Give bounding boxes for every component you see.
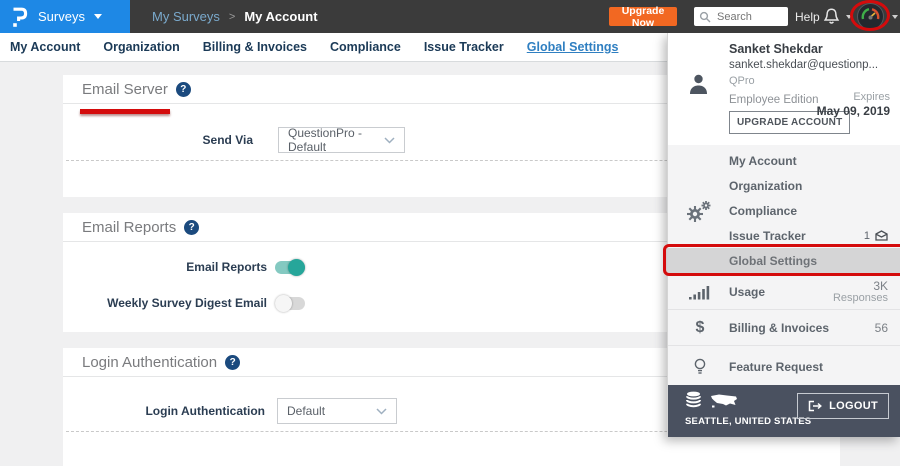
weekly-digest-toggle-label: Weekly Survey Digest Email [63,296,267,310]
usage-count: 3K [833,280,888,292]
logout-label: LOGOUT [829,400,878,412]
breadcrumb-parent[interactable]: My Surveys [152,9,220,24]
menu-item-label: My Account [729,154,797,168]
search-input[interactable] [715,10,789,24]
footer-icons [685,391,738,410]
user-avatar[interactable] [857,3,884,30]
questionpro-logo-icon [11,6,28,28]
usage-label: Usage [729,285,765,299]
breadcrumb-current: My Account [244,9,317,24]
expires-date: May 09, 2019 [817,104,890,118]
user-name: Sanket Shekdar [729,42,823,56]
panel-footer: SEATTLE, UNITED STATES LOGOUT [668,385,900,437]
login-authentication-select[interactable]: Default [277,398,397,424]
select-chevron-icon [384,137,395,144]
user-organization: QPro [729,75,755,87]
breadcrumb: My Surveys > My Account [152,0,318,33]
bar-chart-icon [686,284,714,300]
lightbulb-icon [686,358,714,376]
usage-value: 3K Responses [833,280,888,304]
product-switcher[interactable]: Surveys [0,0,130,33]
menu-item-usage[interactable]: Usage 3K Responses [668,273,900,309]
toggle-knob [288,259,305,276]
email-reports-help-icon[interactable]: ? [184,220,199,235]
menu-item-label: Organization [729,179,802,193]
menu-item-feature-request[interactable]: Feature Request [668,345,900,388]
user-menu-list: My Account Organization Compliance Issue… [668,145,900,385]
avatar-chevron-down-icon[interactable] [892,15,898,19]
select-chevron-icon [376,408,387,415]
usage-unit: Responses [833,292,888,304]
help-link[interactable]: Help [795,0,820,33]
menu-item-organization[interactable]: Organization [668,173,900,198]
send-via-label: Send Via [63,133,253,147]
search-box[interactable] [694,7,788,26]
tab-issue-tracker[interactable]: Issue Tracker [424,40,504,54]
logout-button[interactable]: LOGOUT [797,393,889,419]
bell-chevron-down-icon[interactable] [846,15,852,19]
tab-my-account[interactable]: My Account [10,40,80,54]
billing-label: Billing & Invoices [729,321,829,335]
login-authentication-label: Login Authentication [63,404,265,418]
login-authentication-title: Login Authentication [82,354,217,371]
weekly-digest-toggle[interactable] [275,297,305,310]
feature-request-label: Feature Request [729,360,823,374]
gears-icon [685,200,712,230]
product-menu-label: Surveys [38,9,85,24]
email-reports-title: Email Reports [82,219,176,236]
logout-icon [808,400,822,412]
menu-item-billing-invoices[interactable]: $ Billing & Invoices 56 [668,309,900,345]
user-email: sanket.shekdar@questionp... [729,59,878,71]
menu-item-label: Compliance [729,204,797,218]
user-info-block: Sanket Shekdar sanket.shekdar@questionp.… [668,33,900,145]
dollar-icon: $ [686,319,714,337]
upgrade-now-button[interactable]: Upgrade Now [609,7,677,26]
login-authentication-help-icon[interactable]: ? [225,355,240,370]
mailbag-icon [875,230,888,241]
send-via-value: QuestionPro - Default [288,126,384,154]
usa-map-icon [710,392,738,410]
login-authentication-value: Default [287,404,325,418]
top-header: Surveys My Surveys > My Account Upgrade … [0,0,900,33]
menu-item-label: Global Settings [729,254,817,268]
breadcrumb-separator: > [229,11,235,23]
email-reports-toggle[interactable] [275,261,305,274]
send-via-select[interactable]: QuestionPro - Default [278,127,405,153]
menu-item-global-settings[interactable]: Global Settings [668,248,900,273]
toggle-knob [275,295,292,312]
user-edition: Employee Edition [729,94,819,106]
issue-tracker-count: 1 [864,230,870,242]
tab-billing-invoices[interactable]: Billing & Invoices [203,40,307,54]
tab-organization[interactable]: Organization [103,40,179,54]
chevron-down-icon [94,14,102,19]
email-server-help-icon[interactable]: ? [176,82,191,97]
email-server-title: Email Server [82,81,168,98]
issue-tracker-badge: 1 [864,230,888,242]
notifications-bell-icon[interactable] [822,7,841,32]
menu-item-label: Issue Tracker [729,229,806,243]
person-icon [687,73,710,100]
billing-value: 56 [875,322,888,334]
search-icon [699,11,711,23]
user-dropdown-panel: Sanket Shekdar sanket.shekdar@questionp.… [667,33,900,437]
tab-compliance[interactable]: Compliance [330,40,401,54]
database-icon [685,391,702,410]
email-reports-toggle-label: Email Reports [63,260,267,274]
tab-global-settings[interactable]: Global Settings [527,40,619,54]
datacenter-location: SEATTLE, UNITED STATES [685,416,811,427]
menu-item-my-account[interactable]: My Account [668,148,900,173]
billing-count: 56 [875,322,888,334]
expires-label: Expires [853,91,890,103]
